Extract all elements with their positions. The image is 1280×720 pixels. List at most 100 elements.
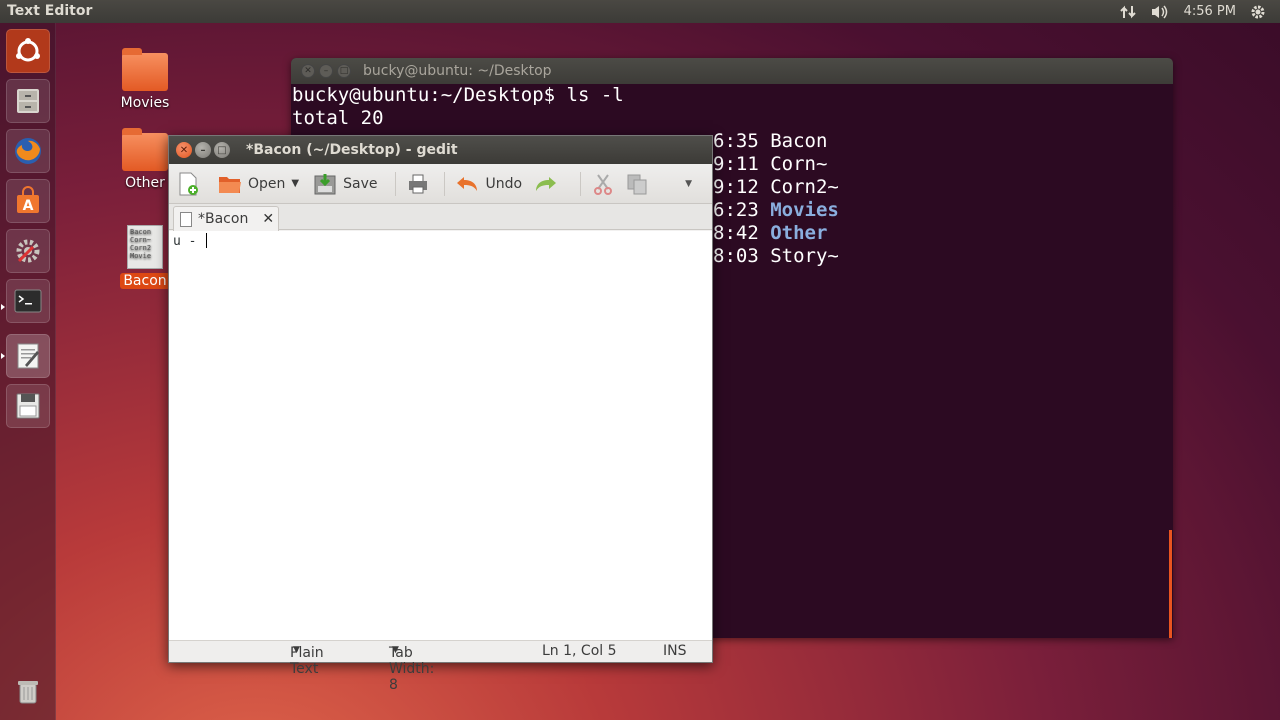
desktop-icon-movies[interactable]: Movies bbox=[113, 48, 177, 111]
terminal-launcher-button[interactable] bbox=[6, 279, 50, 323]
gedit-close-button[interactable]: ✕ bbox=[176, 142, 192, 158]
file-cabinet-icon bbox=[17, 89, 39, 113]
terminal-titlebar[interactable]: ✕ – □ bucky@ubuntu: ~/Desktop bbox=[291, 58, 1173, 84]
gedit-statusbar: Plain Text ▼ Tab Width: 8 ▼ Ln 1, Col 5 IN… bbox=[169, 640, 712, 693]
chevron-down-icon: ▼ bbox=[685, 178, 692, 189]
svg-text:A: A bbox=[23, 198, 34, 214]
editor-content: u - bbox=[173, 234, 205, 249]
gedit-toolbar: Open ▼ Save Undo ▼ bbox=[169, 164, 712, 204]
gear-icon[interactable] bbox=[1250, 4, 1266, 20]
ls-time: 6:35 bbox=[713, 130, 759, 152]
redo-button[interactable] bbox=[534, 172, 564, 196]
undo-label: Undo bbox=[485, 175, 523, 192]
toolbar-divider bbox=[444, 171, 446, 196]
ls-dirname: Other bbox=[770, 222, 828, 244]
gedit-minimize-button[interactable]: – bbox=[195, 142, 211, 158]
save-icon bbox=[313, 172, 337, 196]
ubuntu-logo-icon bbox=[16, 38, 40, 62]
save-button[interactable]: Save bbox=[313, 172, 377, 196]
terminal-icon bbox=[14, 289, 42, 313]
gedit-window[interactable]: ✕ – □ *Bacon (~/Desktop) - gedit Open ▼ … bbox=[168, 135, 713, 693]
software-center-launcher-button[interactable]: A bbox=[6, 179, 50, 223]
desktop-icon-label: Bacon bbox=[120, 273, 170, 289]
ls-time: 8:42 bbox=[713, 222, 759, 244]
text-editor-running-indicator bbox=[1, 353, 5, 359]
copy-icon bbox=[625, 172, 649, 196]
text-cursor bbox=[206, 233, 208, 248]
undo-button[interactable]: Undo bbox=[455, 172, 522, 196]
launcher: A bbox=[0, 23, 56, 720]
folder-icon bbox=[122, 48, 168, 91]
cursor-position: Ln 1, Col 5 bbox=[542, 643, 617, 659]
terminal-total-line: total 20 bbox=[292, 107, 384, 129]
system-tray: 4:56 PM bbox=[1119, 0, 1280, 23]
open-folder-icon bbox=[218, 172, 242, 196]
document-tabs: *Bacon ✕ bbox=[169, 204, 712, 231]
scissors-icon bbox=[591, 172, 615, 196]
chevron-down-icon: ▼ bbox=[291, 178, 300, 189]
toolbar-divider bbox=[580, 171, 582, 196]
text-editor-area[interactable]: u - bbox=[169, 231, 712, 641]
text-editor-icon bbox=[17, 343, 39, 369]
print-button[interactable] bbox=[406, 172, 436, 196]
firefox-icon bbox=[15, 138, 41, 164]
ls-dirname: Movies bbox=[770, 199, 839, 221]
undo-arrow-icon bbox=[455, 172, 479, 196]
ls-filename: Corn~ bbox=[770, 153, 828, 175]
save-drive-launcher-button[interactable] bbox=[6, 384, 50, 428]
tab-close-icon[interactable]: ✕ bbox=[262, 211, 274, 227]
network-icon[interactable] bbox=[1119, 4, 1136, 20]
gedit-maximize-button[interactable]: □ bbox=[214, 142, 230, 158]
settings-tools-icon bbox=[16, 239, 40, 263]
toolbar-overflow-button[interactable]: ▼ bbox=[685, 179, 692, 189]
ls-filename: Bacon bbox=[770, 130, 828, 152]
trash-icon bbox=[18, 681, 38, 704]
open-label: Open bbox=[248, 175, 286, 192]
shopping-bag-icon: A bbox=[17, 186, 39, 214]
clock[interactable]: 4:56 PM bbox=[1184, 4, 1236, 19]
top-panel: Text Editor 4:56 PM bbox=[0, 0, 1280, 23]
tab-label: *Bacon bbox=[198, 211, 249, 227]
gedit-title: *Bacon (~/Desktop) - gedit bbox=[246, 142, 458, 158]
new-document-button[interactable] bbox=[176, 172, 206, 196]
toolbar-divider bbox=[395, 171, 397, 196]
terminal-prompt-line: bucky@ubuntu:~/Desktop$ ls -l bbox=[292, 84, 624, 106]
trash-launcher-button[interactable] bbox=[6, 669, 50, 713]
ls-time: 6:23 bbox=[713, 199, 759, 221]
chevron-down-icon: ▼ bbox=[293, 645, 300, 655]
system-settings-launcher-button[interactable] bbox=[6, 229, 50, 273]
chevron-down-icon: ▼ bbox=[392, 645, 399, 655]
copy-button[interactable] bbox=[625, 172, 655, 196]
dash-home-button[interactable] bbox=[6, 29, 50, 73]
text-file-icon: Bacon Corn~ Corn2 Movie bbox=[127, 225, 163, 269]
files-launcher-button[interactable] bbox=[6, 79, 50, 123]
tab-bacon[interactable]: *Bacon ✕ bbox=[173, 206, 279, 231]
document-icon bbox=[180, 211, 192, 227]
printer-icon bbox=[406, 172, 430, 196]
ls-time: 9:12 bbox=[713, 176, 759, 198]
terminal-scroll-indicator[interactable] bbox=[1169, 530, 1172, 638]
ls-time: 9:11 bbox=[713, 153, 759, 175]
open-dropdown-button[interactable]: ▼ bbox=[291, 178, 299, 189]
gedit-titlebar[interactable]: ✕ – □ *Bacon (~/Desktop) - gedit bbox=[169, 136, 712, 164]
folder-icon bbox=[122, 128, 168, 171]
floppy-drive-icon bbox=[16, 393, 40, 419]
desktop-icon-label: Movies bbox=[120, 95, 170, 111]
ls-filename: Story~ bbox=[770, 245, 839, 267]
firefox-launcher-button[interactable] bbox=[6, 129, 50, 173]
insert-mode: INS bbox=[663, 643, 687, 659]
desktop-icon-label: Other bbox=[125, 175, 165, 191]
ls-filename: Corn2~ bbox=[770, 176, 839, 198]
save-label: Save bbox=[343, 175, 378, 192]
volume-icon[interactable] bbox=[1150, 4, 1170, 20]
ls-time: 8:03 bbox=[713, 245, 759, 267]
new-document-icon bbox=[176, 172, 200, 196]
terminal-maximize-button[interactable]: □ bbox=[337, 64, 351, 78]
cut-button[interactable] bbox=[591, 172, 621, 196]
terminal-minimize-button[interactable]: – bbox=[319, 64, 333, 78]
terminal-title: bucky@ubuntu: ~/Desktop bbox=[363, 63, 552, 79]
open-button[interactable]: Open bbox=[218, 172, 285, 196]
terminal-close-button[interactable]: ✕ bbox=[301, 64, 315, 78]
redo-arrow-icon bbox=[534, 172, 558, 196]
text-editor-launcher-button[interactable] bbox=[6, 334, 50, 378]
